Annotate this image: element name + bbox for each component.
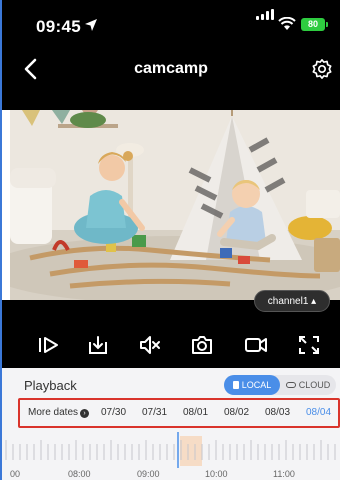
local-tab[interactable]: LOCAL: [224, 375, 280, 395]
local-tab-label: LOCAL: [241, 380, 272, 390]
play-step-icon[interactable]: [37, 334, 61, 356]
download-icon[interactable]: [86, 334, 110, 356]
timeline-ticks: [5, 432, 336, 468]
camera-video-feed[interactable]: [10, 110, 340, 300]
date-item[interactable]: 08/03: [265, 407, 290, 418]
date-selector-row: More dates › 07/30 07/31 08/01 08/02 08/0…: [18, 398, 340, 428]
status-bar: 09:45 80: [2, 0, 340, 46]
date-item[interactable]: 07/30: [101, 407, 126, 418]
more-dates-label: More dates: [28, 407, 79, 418]
video-top-margin: [2, 94, 340, 110]
chevron-right-icon: ›: [80, 409, 90, 418]
storage-toggle: LOCAL CLOUD: [224, 375, 336, 395]
date-item[interactable]: 08/02: [224, 407, 249, 418]
date-item-selected[interactable]: 08/04: [306, 407, 331, 418]
cloud-tab-label: CLOUD: [298, 380, 331, 390]
gear-icon[interactable]: [311, 58, 333, 80]
sd-card-icon: [232, 381, 239, 389]
cloud-tab[interactable]: CLOUD: [280, 375, 336, 395]
more-dates-button[interactable]: More dates ›: [28, 407, 90, 418]
mute-icon[interactable]: [138, 334, 162, 356]
record-icon[interactable]: [244, 334, 268, 356]
date-item[interactable]: 08/01: [183, 407, 208, 418]
fullscreen-icon[interactable]: [297, 334, 321, 356]
timeline-label: 11:00: [273, 469, 295, 479]
timeline-label: 10:00: [205, 469, 228, 479]
app-screen: 09:45 80 camcamp channel1 ▴ Playback LOC…: [0, 0, 340, 480]
timeline-label: 09:00: [137, 469, 160, 479]
page-title: camcamp: [134, 60, 208, 77]
snapshot-icon[interactable]: [190, 334, 214, 356]
wifi-icon: [278, 17, 296, 30]
timeline-label: 00: [10, 469, 21, 479]
location-arrow-icon: [85, 19, 97, 31]
channel-selector[interactable]: channel1 ▴: [254, 290, 330, 312]
timeline-label: 08:00: [68, 469, 91, 479]
battery-indicator: 80: [301, 18, 328, 31]
date-item[interactable]: 07/31: [142, 407, 167, 418]
playback-title: Playback: [24, 378, 77, 393]
cloud-icon: [285, 382, 296, 388]
nav-bar: camcamp: [2, 46, 340, 94]
status-time: 09:45: [36, 17, 81, 36]
video-frame-image: [10, 110, 340, 300]
timeline-scrubber[interactable]: 00 08:00 09:00 10:00 11:00: [2, 432, 340, 480]
